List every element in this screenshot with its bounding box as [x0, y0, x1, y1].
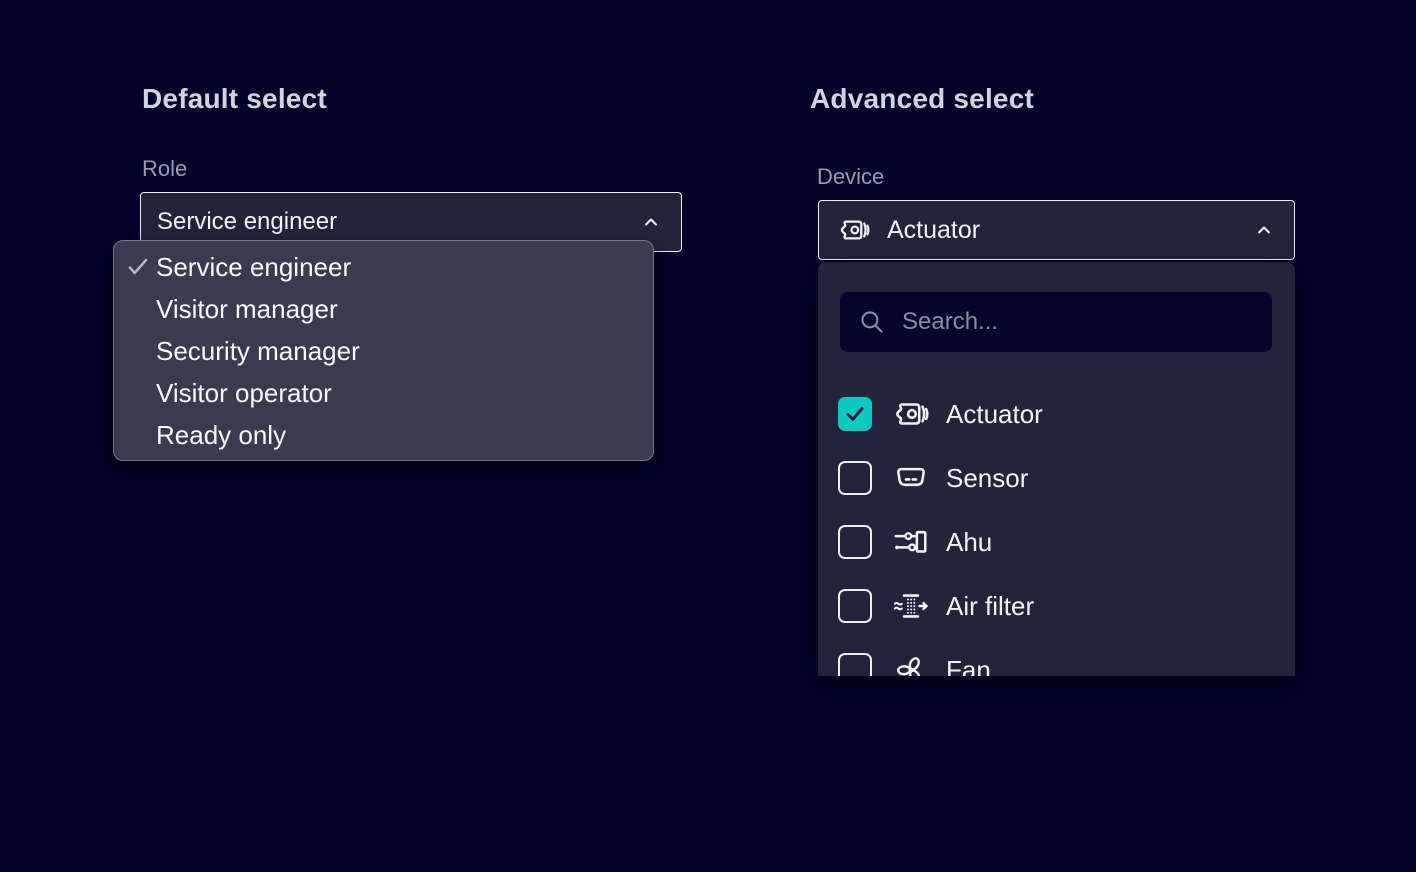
device-label: Device	[817, 164, 884, 190]
fan-icon	[892, 654, 930, 676]
device-option[interactable]: Actuator	[818, 382, 1295, 446]
device-option[interactable]: Fan	[818, 638, 1295, 676]
role-label: Role	[142, 156, 187, 182]
device-search	[840, 292, 1272, 352]
role-option-label: Service engineer	[156, 252, 351, 283]
ahu-icon	[892, 526, 930, 558]
search-input[interactable]	[902, 308, 1232, 336]
role-dropdown-menu: Service engineer Visitor manager Securit…	[113, 240, 654, 461]
role-option[interactable]: Security manager	[114, 330, 653, 372]
device-option-label: Ahu	[946, 527, 992, 558]
device-option[interactable]: Air filter	[818, 574, 1295, 638]
checkbox[interactable]	[838, 653, 872, 676]
role-option[interactable]: Visitor manager	[114, 288, 653, 330]
device-dropdown-menu: Actuator Sensor Ahu	[818, 262, 1295, 676]
role-option-label: Visitor manager	[156, 294, 338, 325]
device-option-label: Sensor	[946, 463, 1028, 494]
actuator-icon	[892, 398, 930, 430]
sensor-icon	[892, 462, 930, 494]
checkbox[interactable]	[838, 461, 872, 495]
device-option[interactable]: Sensor	[818, 446, 1295, 510]
actuator-icon	[837, 216, 871, 244]
chevron-up-icon	[639, 210, 663, 234]
checkbox[interactable]	[838, 397, 872, 431]
device-option-list: Actuator Sensor Ahu	[818, 382, 1295, 676]
search-icon	[858, 308, 886, 336]
role-option-label: Security manager	[156, 336, 360, 367]
checkbox-check-icon	[842, 401, 868, 427]
default-select-title: Default select	[142, 83, 327, 115]
checkmark-icon	[125, 254, 151, 280]
device-option[interactable]: Ahu	[818, 510, 1295, 574]
role-option-label: Ready only	[156, 420, 286, 451]
advanced-select-title: Advanced select	[810, 83, 1034, 115]
chevron-up-icon	[1252, 218, 1276, 242]
role-option[interactable]: Visitor operator	[114, 372, 653, 414]
device-option-label: Fan	[946, 655, 991, 677]
role-option[interactable]: Service engineer	[114, 246, 653, 288]
air-filter-icon	[892, 590, 930, 622]
role-select-value: Service engineer	[157, 208, 337, 236]
checkbox[interactable]	[838, 525, 872, 559]
device-select[interactable]: Actuator	[818, 200, 1295, 260]
role-option[interactable]: Ready only	[114, 414, 653, 456]
checkbox[interactable]	[838, 589, 872, 623]
device-select-value: Actuator	[887, 216, 980, 245]
device-option-label: Air filter	[946, 591, 1034, 622]
device-option-label: Actuator	[946, 399, 1043, 430]
role-option-label: Visitor operator	[156, 378, 332, 409]
component-demo-page: Default select Role Service engineer Ser…	[0, 0, 1416, 872]
